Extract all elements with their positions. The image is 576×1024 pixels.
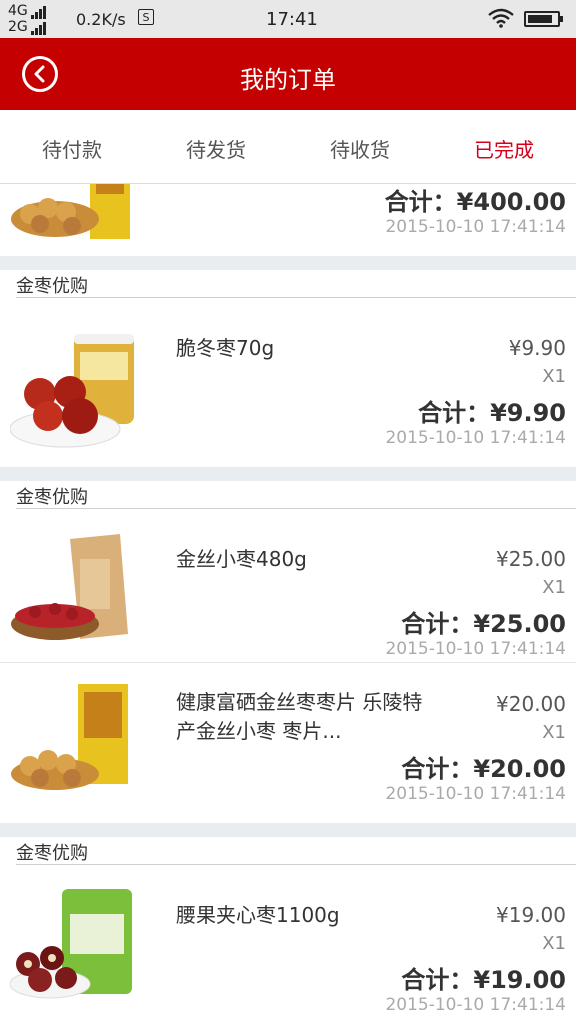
shop-divider [16, 297, 576, 298]
order-separator [0, 823, 576, 837]
shop-divider [16, 508, 576, 509]
product-price: ¥9.90 [508, 336, 566, 360]
signal-icon [30, 20, 47, 35]
product-name[interactable]: 腰果夹心枣1100g [176, 901, 426, 930]
order-total: 合计：¥19.00 [401, 966, 566, 994]
tab-pending-receipt[interactable]: 待收货 [288, 134, 432, 163]
status-time: 17:41 [266, 9, 318, 30]
product-quantity: X1 [542, 366, 566, 387]
shop-name[interactable]: 金枣优购 [16, 839, 88, 865]
app-header: 我的订单 [0, 38, 576, 110]
page-title: 我的订单 [240, 66, 336, 94]
order-status-tabs: 待付款 待发货 待收货 已完成 [0, 110, 576, 184]
product-image-jujube-slices[interactable] [10, 674, 140, 804]
order-separator [0, 256, 576, 270]
battery-icon [524, 11, 563, 27]
order-total: 合计：¥25.00 [401, 610, 566, 638]
product-image-crisp-winter-jujube[interactable] [10, 324, 140, 454]
product-image-cashew-stuffed-jujube[interactable] [10, 884, 140, 1014]
order-total: 合计：¥20.00 [401, 755, 566, 783]
network-speed: 0.2K/s [76, 10, 126, 29]
order-list[interactable]: 合计：¥400.00 2015-10-10 17:41:14 金枣优购 脆冬枣7… [0, 184, 576, 1024]
product-image-jujube-slices[interactable] [10, 184, 140, 254]
product-quantity: X1 [542, 933, 566, 954]
order-total: 合计：¥400.00 [384, 188, 566, 216]
product-price: ¥25.00 [496, 547, 566, 571]
network-4g-label: 4G [8, 3, 28, 19]
product-price: ¥19.00 [496, 903, 566, 927]
network-2g-label: 2G [8, 19, 28, 35]
product-name[interactable]: 金丝小枣480g [176, 545, 426, 574]
order-time: 2015-10-10 17:41:14 [385, 217, 566, 237]
sim-icon: S [138, 9, 154, 25]
product-name[interactable]: 脆冬枣70g [176, 334, 426, 363]
status-bar: 4G 2G 0.2K/s S 17:41 [0, 0, 576, 38]
product-name[interactable]: 健康富硒金丝枣枣片 乐陵特产金丝小枣 枣片... [176, 688, 426, 746]
tab-pending-payment[interactable]: 待付款 [0, 134, 144, 163]
tab-completed[interactable]: 已完成 [432, 134, 576, 163]
order-time: 2015-10-10 17:41:14 [385, 639, 566, 659]
order-time: 2015-10-10 17:41:14 [385, 428, 566, 448]
order-total: 合计：¥9.90 [418, 399, 566, 427]
shop-divider [16, 864, 576, 865]
product-quantity: X1 [542, 577, 566, 598]
shop-name[interactable]: 金枣优购 [16, 483, 88, 509]
wifi-icon [488, 8, 514, 28]
order-time: 2015-10-10 17:41:14 [385, 784, 566, 804]
order-separator [0, 467, 576, 481]
order-time: 2015-10-10 17:41:14 [385, 995, 566, 1015]
signal-icon [30, 4, 47, 19]
item-divider [0, 662, 576, 663]
shop-name[interactable]: 金枣优购 [16, 272, 88, 298]
product-image-golden-silk-jujube[interactable] [10, 524, 140, 654]
product-quantity: X1 [542, 722, 566, 743]
product-price: ¥20.00 [496, 692, 566, 716]
tab-pending-shipment[interactable]: 待发货 [144, 134, 288, 163]
